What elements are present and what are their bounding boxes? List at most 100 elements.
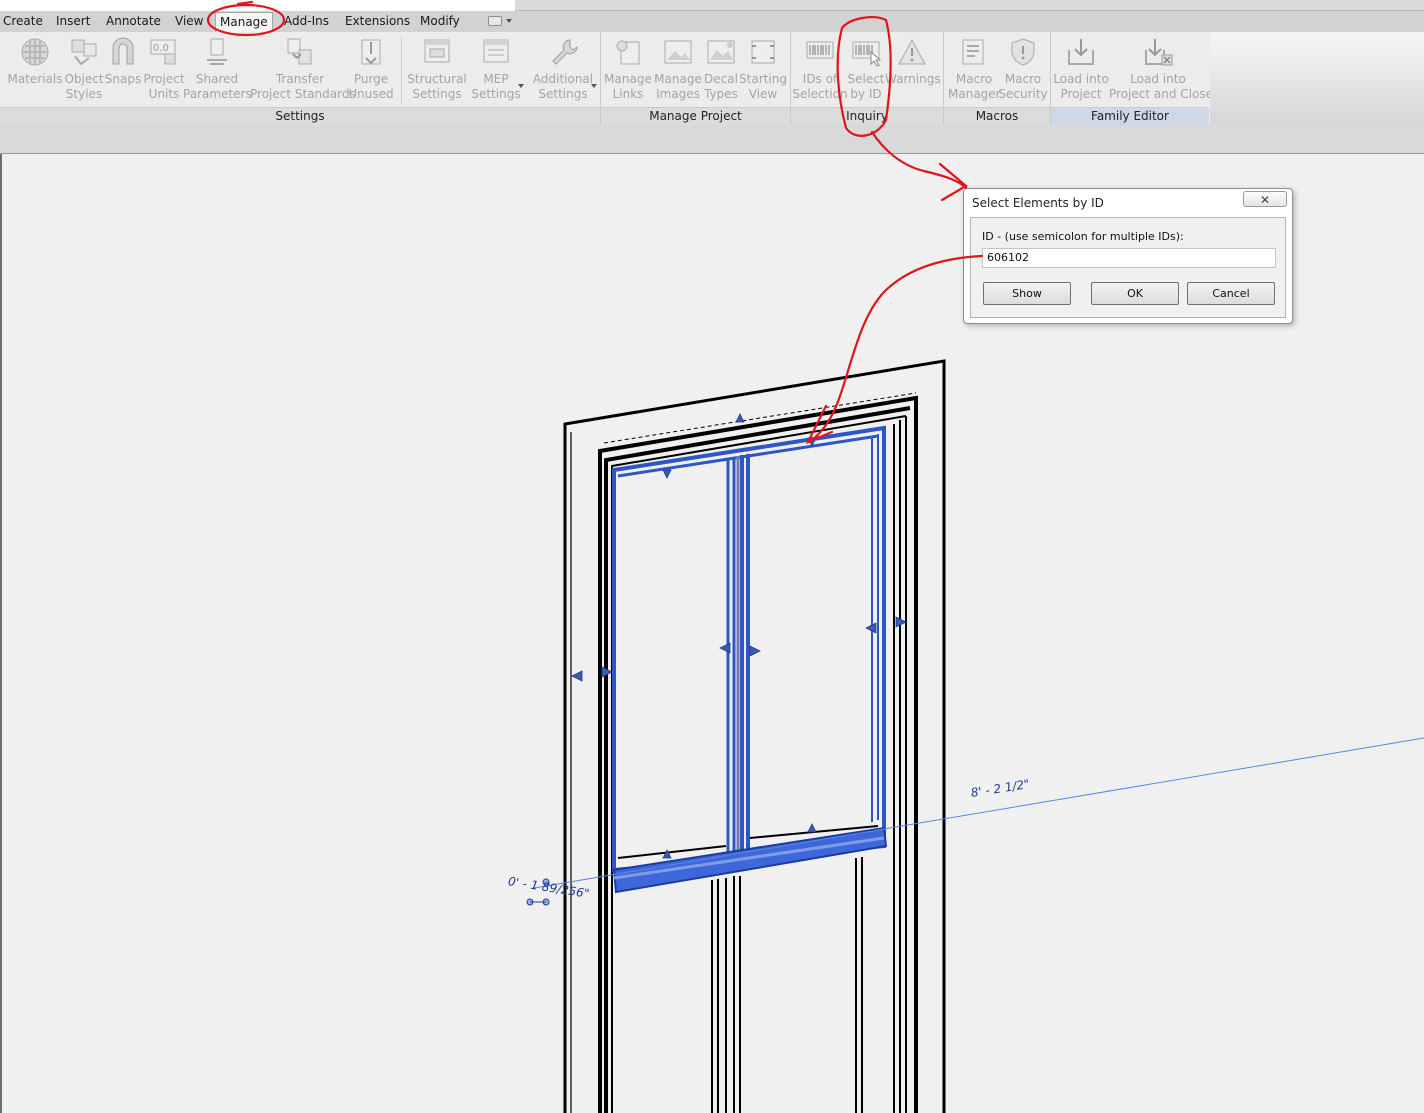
tab-create[interactable]: Create <box>3 11 43 32</box>
svg-text:0.0: 0.0 <box>153 43 169 54</box>
manage-project-panel-title: Manage Project <box>601 107 790 125</box>
snaps-icon <box>112 37 134 65</box>
manage-images-icon <box>664 40 692 64</box>
mep-settings-button[interactable]: MEP Settings <box>471 32 524 108</box>
tab-manage[interactable]: Manage <box>215 12 273 33</box>
mep-settings-label: MEP <box>483 72 509 86</box>
object-styles-label: Object <box>64 72 104 86</box>
inquiry-panel-title: Inquiry <box>791 107 943 125</box>
decal-types-button[interactable]: Decal Types <box>704 32 738 108</box>
dialog-body: ID - (use semicolon for multiple IDs): 6… <box>970 217 1286 318</box>
ids-of-selection-button[interactable]: IDs of Selection <box>792 32 848 108</box>
wrench-icon <box>552 39 578 65</box>
ribbon-empty-area <box>1210 32 1424 125</box>
shared-parameters-label: Shared <box>195 72 239 86</box>
select-elements-by-id-dialog: Select Elements by ID ✕ ID - (use semico… <box>963 188 1293 324</box>
tab-add-ins[interactable]: Add-Ins <box>284 11 329 32</box>
ids-of-selection-icon <box>806 41 834 59</box>
additional-settings-button[interactable]: Additional Settings <box>532 32 597 108</box>
ribbon: Materials Object Styles Snaps 0.0 Project… <box>0 32 1213 125</box>
object-styles-icon <box>71 39 97 66</box>
title-bar-strip <box>0 0 1424 11</box>
family-editor-panel: Load into Project Load into Project and Cl… <box>1051 32 1213 125</box>
tab-view[interactable]: View <box>175 11 203 32</box>
select-by-id-label: Select <box>847 72 885 86</box>
manage-images-label: Manage <box>654 72 702 86</box>
decal-types-icon <box>707 40 735 64</box>
family-editor-panel-title: Family Editor <box>1051 107 1209 125</box>
snaps-button[interactable]: Snaps <box>104 32 142 108</box>
manage-images-button[interactable]: Manage Images <box>654 32 702 108</box>
macro-manager-icon <box>962 39 984 65</box>
macro-manager-button[interactable]: Macro Manager <box>948 32 1001 108</box>
warnings-label: Warnings <box>885 72 941 86</box>
show-button[interactable]: Show <box>983 282 1071 305</box>
tab-modify[interactable]: Modify <box>420 11 460 32</box>
ids-of-selection-label: IDs of <box>802 72 838 86</box>
object-styles-button[interactable]: Object Styles <box>64 32 104 108</box>
options-bar <box>0 125 1424 154</box>
transfer-standards-icon <box>287 38 312 65</box>
id-field-label: ID - (use semicolon for multiple IDs): <box>982 230 1184 243</box>
mep-settings-dropdown-icon[interactable] <box>518 84 524 88</box>
title-bar <box>515 0 1424 11</box>
macro-security-button[interactable]: Macro Security <box>998 32 1048 108</box>
mep-settings-icon <box>483 39 509 63</box>
project-units-label: Project <box>143 72 185 86</box>
snaps-label: Snaps <box>104 72 142 86</box>
transfer-standards-button[interactable]: Transfer Project Standards <box>250 32 356 108</box>
purge-unused-button[interactable]: Purge Unused <box>348 32 394 108</box>
manage-links-button[interactable]: Manage Links <box>604 32 652 108</box>
load-into-project-icon <box>1068 39 1094 65</box>
load-into-project-button[interactable]: Load into Project <box>1053 32 1109 108</box>
dialog-close-button[interactable]: ✕ <box>1243 191 1287 207</box>
ribbon-display-toggle[interactable] <box>488 16 514 27</box>
starting-view-label: Starting <box>739 72 787 86</box>
shared-parameters-icon <box>207 38 227 65</box>
load-into-project-close-label: Load into <box>1130 72 1186 86</box>
tab-annotate[interactable]: Annotate <box>106 11 161 32</box>
purge-unused-label: Purge <box>353 72 389 86</box>
warnings-icon <box>898 38 926 65</box>
manage-links-label: Manage <box>604 72 652 86</box>
dialog-title: Select Elements by ID <box>972 196 1104 210</box>
materials-icon <box>21 38 49 66</box>
macro-security-label: Macro <box>1004 72 1042 86</box>
decal-types-label: Decal <box>704 72 738 86</box>
materials-label: Materials <box>7 72 63 86</box>
minimize-ribbon-icon <box>488 16 502 26</box>
additional-settings-label: Additional <box>532 72 594 86</box>
tab-insert[interactable]: Insert <box>56 11 90 32</box>
additional-settings-dropdown-icon[interactable] <box>591 84 597 88</box>
ok-button[interactable]: OK <box>1091 282 1179 305</box>
load-into-project-label: Load into <box>1053 72 1109 86</box>
close-icon: ✕ <box>1259 193 1271 207</box>
structural-settings-icon <box>424 39 450 63</box>
structural-settings-label: Structural <box>407 72 467 86</box>
ribbon-separator <box>401 36 402 104</box>
load-into-project-close-button[interactable]: Load into Project and Close <box>1109 32 1213 108</box>
project-units-button[interactable]: 0.0 Project Units <box>143 32 185 108</box>
starting-view-icon <box>751 40 775 64</box>
macros-panel: Macro Manager Macro Security Macros <box>944 32 1051 125</box>
tab-extensions[interactable]: Extensions <box>345 11 410 32</box>
select-by-id-button[interactable]: Select by ID <box>847 32 885 108</box>
settings-panel-title: Settings <box>0 107 600 125</box>
cancel-button[interactable]: Cancel <box>1187 282 1275 305</box>
manage-project-panel: Manage Links Manage Images Decal Types Star… <box>601 32 791 125</box>
load-into-project-close-icon <box>1145 39 1173 66</box>
project-units-icon: 0.0 <box>150 39 176 65</box>
transfer-standards-label: Transfer <box>275 72 325 86</box>
shared-parameters-button[interactable]: Shared Parameters <box>183 32 252 108</box>
materials-button[interactable]: Materials <box>7 32 63 108</box>
macros-panel-title: Macros <box>944 107 1050 125</box>
shield-icon <box>1011 38 1035 66</box>
purge-unused-icon <box>361 39 381 65</box>
id-input[interactable]: 606102 <box>982 248 1276 268</box>
structural-settings-button[interactable]: Structural Settings <box>407 32 467 108</box>
warnings-button[interactable]: Warnings <box>885 32 941 108</box>
macro-manager-label: Macro <box>955 72 993 86</box>
select-by-id-icon <box>852 41 881 67</box>
chevron-down-icon <box>506 19 512 23</box>
starting-view-button[interactable]: Starting View <box>739 32 787 108</box>
